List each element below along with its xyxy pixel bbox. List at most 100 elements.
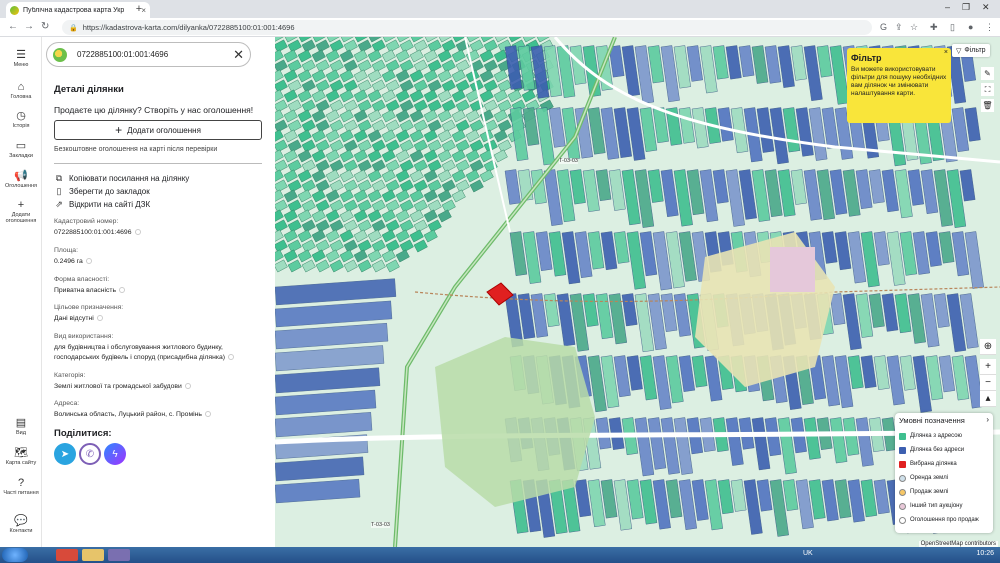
rail-contacts[interactable]: 💬 Контакти — [0, 515, 42, 534]
rail-faq[interactable]: ? Часті питання — [0, 477, 42, 496]
url-field[interactable]: 🔒 https://kadastrova-karta.com/dilyanka/… — [62, 20, 872, 35]
external-link-icon: ⇗ — [55, 199, 63, 209]
extensions-icon[interactable]: ✚ — [930, 22, 938, 33]
trash-icon[interactable]: 🗑 — [981, 99, 994, 112]
cadastral-search-input[interactable]: 0722885100:01:001:4696 ✕ — [46, 42, 251, 67]
tooltip-title: Фільтр — [851, 53, 882, 63]
rail-history[interactable]: ◷ Історія — [0, 110, 42, 129]
language-indicator[interactable]: UK — [803, 550, 813, 557]
rail-site-map[interactable]: 🗺 Карта сайту — [0, 447, 42, 466]
add-ad-button[interactable]: + Додати оголошення — [54, 120, 262, 140]
clear-search-icon[interactable]: ✕ — [233, 47, 244, 63]
ownership-label: Форма власності: — [54, 276, 110, 283]
info-icon — [134, 229, 141, 236]
usage-label: Вид використання: — [54, 333, 114, 340]
copy-icon: ⧉ — [55, 173, 63, 183]
icon-rail: ☰ Меню ⌂ Головна ◷ Історія ▭ Закладки 📢 … — [0, 37, 42, 547]
cadastral-map[interactable]: T-03-03 T-03-03 × Фільтр Ви можете викор… — [275, 37, 1000, 547]
forward-icon[interactable]: → — [24, 21, 34, 32]
layers-icon: ▤ — [15, 417, 27, 429]
browser-tab-bar: Публічна кадастрова карта Укр × + – ❐ ✕ — [0, 0, 1000, 18]
purpose-value: Дані відсутні — [54, 315, 103, 322]
rail-ads[interactable]: 📢 Оголошення — [0, 170, 42, 189]
info-icon — [204, 411, 211, 418]
site-favicon-icon — [10, 5, 19, 15]
chevron-right-icon[interactable]: › — [986, 415, 989, 424]
cadastral-number-value: 0722885100:01:001:4696 — [54, 229, 141, 236]
maximize-icon[interactable]: ❐ — [962, 2, 970, 13]
purpose-label: Цільове призначення: — [54, 304, 124, 311]
browser-menu-icon[interactable]: ⋮ — [985, 22, 994, 33]
profile-icon[interactable]: ● — [968, 22, 973, 32]
locate-icon[interactable]: ⊕ — [980, 339, 996, 355]
back-icon[interactable]: ← — [8, 21, 18, 32]
hamburger-icon: ☰ — [16, 49, 26, 61]
info-icon — [119, 287, 126, 294]
search-value: 0722885100:01:001:4696 — [77, 50, 169, 59]
usage-value: для будівництва і обслуговування житлово… — [54, 343, 254, 363]
legend-item: Ділянка без адреси — [899, 443, 989, 457]
panel-title: Деталі ділянки — [54, 84, 124, 95]
bookmark-icon: ▭ — [15, 140, 27, 152]
rail-view[interactable]: ▤ Вид — [0, 417, 42, 436]
zoom-in-button[interactable]: + — [980, 359, 996, 375]
info-icon — [184, 383, 191, 390]
clock[interactable]: 10:26 — [976, 550, 994, 557]
plus-icon: + — [115, 123, 123, 137]
copy-link-action[interactable]: ⧉ Копіювати посилання на ділянку — [54, 173, 190, 184]
category-label: Категорія: — [54, 372, 86, 379]
legend-item: Оренда землі — [899, 471, 989, 485]
sell-promo-text: Продаєте цю ділянку? Створіть у нас огол… — [54, 105, 254, 115]
ownership-value: Приватна власність — [54, 287, 126, 294]
tab-title: Публічна кадастрова карта Укр — [23, 6, 125, 14]
map-legend[interactable]: Умовні позначення › Ділянка з адресою Ді… — [895, 413, 993, 533]
draw-line-icon[interactable]: ✎ — [981, 67, 994, 80]
info-icon — [96, 315, 103, 322]
zoom-out-button[interactable]: − — [980, 375, 996, 391]
sidebar-icon[interactable]: ▯ — [950, 22, 955, 33]
folder-icon[interactable] — [82, 549, 104, 561]
legend-item: Вибрана ділянка — [899, 457, 989, 471]
new-tab-button[interactable]: + — [132, 3, 146, 17]
filter-button[interactable]: ▽ Фільтр — [952, 44, 990, 57]
browser-tab[interactable]: Публічна кадастрова карта Укр × — [6, 2, 150, 18]
rail-add-ads[interactable]: + Додати оголошення — [0, 199, 42, 224]
plus-icon: + — [17, 199, 25, 211]
google-icon[interactable]: G — [880, 22, 887, 32]
url-text: https://kadastrova-karta.com/dilyanka/07… — [82, 23, 295, 32]
draw-area-icon[interactable]: ⛶ — [981, 83, 994, 96]
share-page-icon[interactable]: ⇪ — [895, 22, 903, 33]
telegram-share-icon[interactable]: ➤ — [54, 443, 76, 465]
info-icon — [85, 258, 92, 265]
reload-icon[interactable]: ↻ — [41, 21, 49, 32]
lock-icon: 🔒 — [69, 24, 78, 32]
viber-app-icon[interactable] — [108, 549, 130, 561]
open-dzk-action[interactable]: ⇗ Відкрити на сайті ДЗК — [54, 199, 150, 210]
divider — [54, 163, 262, 164]
start-button[interactable] — [2, 548, 28, 562]
save-bookmark-action[interactable]: ▯ Зберегти до закладок — [54, 186, 150, 197]
megaphone-icon: 📢 — [14, 170, 28, 182]
road-label: T-03-03 — [559, 158, 578, 164]
bookmark-star-icon[interactable]: ☆ — [910, 22, 918, 33]
close-window-icon[interactable]: ✕ — [982, 2, 990, 13]
filter-icon: ▽ — [956, 47, 962, 55]
minimize-icon[interactable]: – — [945, 2, 950, 12]
home-icon: ⌂ — [17, 81, 25, 93]
legend-title: Умовні позначення — [899, 416, 965, 425]
rail-menu[interactable]: ☰ Меню — [0, 49, 42, 68]
compass-icon[interactable]: ▴ — [980, 391, 996, 407]
messenger-share-icon[interactable]: ϟ — [104, 443, 126, 465]
viber-share-icon[interactable]: ✆ — [79, 443, 101, 465]
tooltip-text: Ви можете використовувати фільтри для по… — [851, 66, 947, 97]
rail-home[interactable]: ⌂ Головна — [0, 81, 42, 100]
chat-icon: 💬 — [14, 515, 28, 527]
road-label: T-03-03 — [371, 522, 390, 528]
tooltip-close-icon[interactable]: × — [944, 49, 948, 56]
cadastral-number-label: Кадастровий номер: — [54, 218, 119, 225]
address-label: Адреса: — [54, 400, 80, 407]
category-value: Землі житлової та громадської забудови — [54, 383, 191, 390]
taskbar-app-icon[interactable] — [56, 549, 78, 561]
bookmark-icon: ▯ — [56, 186, 62, 196]
rail-bookmarks[interactable]: ▭ Закладки — [0, 140, 42, 159]
